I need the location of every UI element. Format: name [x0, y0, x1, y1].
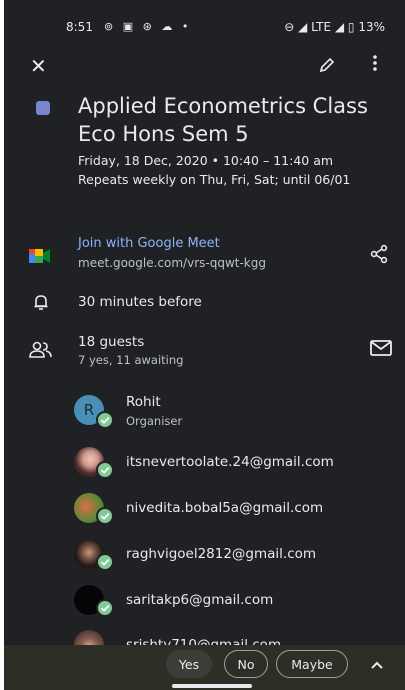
event-recurrence: Repeats weekly on Thu, Fri, Sat; until 0… [78, 172, 351, 187]
event-title: Applied Econometrics Class Eco Hons Sem … [78, 94, 368, 146]
event-datetime: Friday, 18 Dec, 2020 • 10:40 – 11:40 am … [78, 151, 398, 189]
notification-text[interactable]: 30 minutes before [78, 294, 202, 310]
guest-email: saritakp6@gmail.com [126, 592, 274, 608]
bell-icon [34, 295, 48, 310]
accepted-check-icon [96, 411, 114, 429]
more-vert-icon[interactable] [372, 54, 378, 77]
meet-url[interactable]: meet.google.com/vrs-qqwt-kgg [78, 256, 266, 270]
guest-item[interactable]: srishty710@gmail.com [4, 628, 405, 645]
guest-item[interactable]: raghvigoel2812@gmail.com [4, 537, 405, 581]
status-time: 8:51 [66, 20, 93, 34]
event-date-time-text: Friday, 18 Dec, 2020 • 10:40 – 11:40 am [78, 153, 334, 168]
event-detail-screen: 8:51 ⊚ ▣ ⊛ ☁ • ⊖ ◢ LTE ◢ ▯ 13% ✕ Applied… [4, 0, 405, 690]
status-bar: 8:51 ⊚ ▣ ⊛ ☁ • ⊖ ◢ LTE ◢ ▯ 13% [4, 0, 405, 48]
email-guests-icon[interactable] [370, 340, 392, 356]
close-icon[interactable]: ✕ [30, 54, 47, 78]
guest-item[interactable]: nivedita.bobal5a@gmail.com [4, 491, 405, 535]
chevron-up-icon[interactable] [370, 655, 384, 674]
guest-summary: 7 yes, 11 awaiting [78, 353, 184, 367]
guests-icon [29, 341, 52, 358]
calendar-color-swatch [36, 101, 50, 115]
system-status-icons: ⊖ ◢ LTE ◢ ▯ 13% [284, 20, 385, 34]
accepted-check-icon [96, 599, 114, 617]
guest-item[interactable]: R Rohit Organiser [4, 392, 405, 436]
google-meet-icon[interactable] [29, 249, 51, 263]
guest-email: nivedita.bobal5a@gmail.com [126, 500, 324, 516]
notification-icons: ⊚ ▣ ⊛ ☁ • [104, 20, 192, 33]
guest-item[interactable]: saritakp6@gmail.com [4, 583, 405, 627]
accepted-check-icon [96, 507, 114, 525]
rsvp-no-button[interactable]: No [224, 650, 268, 678]
guest-role: Organiser [126, 414, 183, 428]
guest-item[interactable]: itsnevertoolate.24@gmail.com [4, 445, 405, 489]
guest-name: Rohit [126, 394, 161, 410]
guest-count: 18 guests [78, 334, 145, 350]
home-indicator[interactable] [172, 684, 252, 688]
guest-email: itsnevertoolate.24@gmail.com [126, 454, 334, 470]
top-app-bar: ✕ [4, 48, 405, 88]
accepted-check-icon [96, 461, 114, 479]
rsvp-yes-button[interactable]: Yes [166, 650, 212, 678]
rsvp-maybe-button[interactable]: Maybe [276, 650, 348, 678]
pencil-icon[interactable] [318, 56, 336, 78]
share-icon[interactable] [369, 244, 389, 264]
avatar [74, 630, 104, 645]
guest-email: raghvigoel2812@gmail.com [126, 546, 317, 562]
guest-email: srishty710@gmail.com [126, 637, 282, 645]
accepted-check-icon [96, 553, 114, 571]
join-meet-link[interactable]: Join with Google Meet [78, 236, 220, 251]
